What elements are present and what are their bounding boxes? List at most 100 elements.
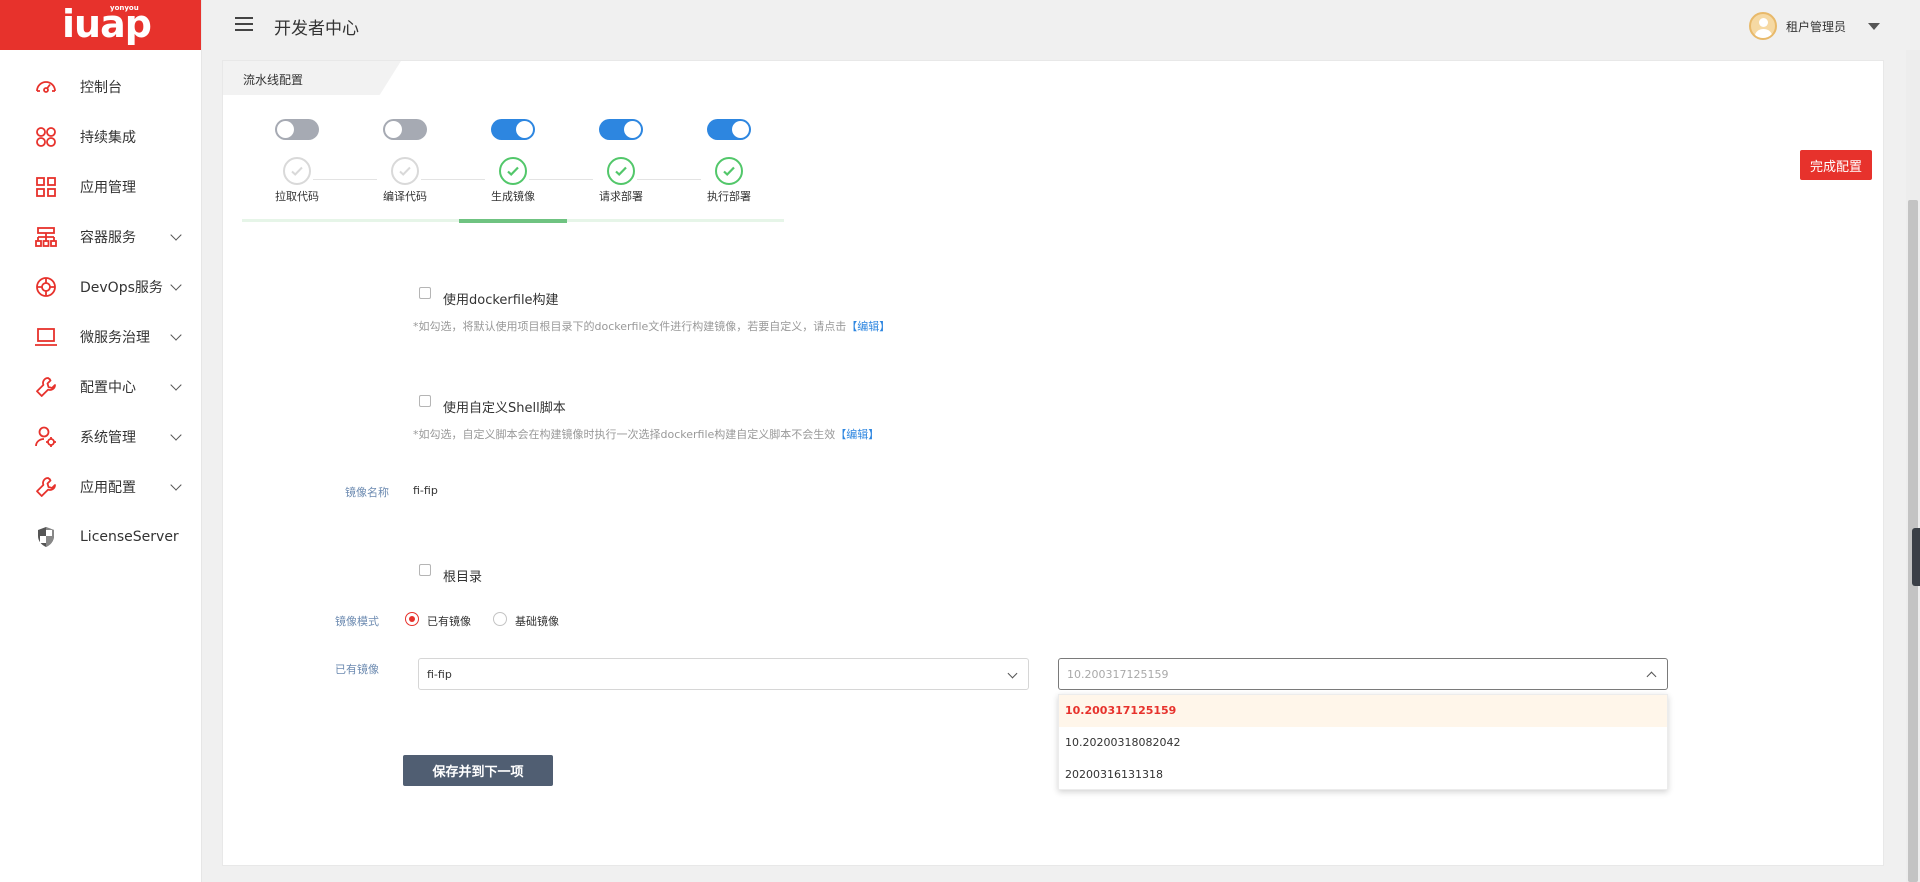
check-icon[interactable] [283, 157, 311, 185]
sidebar-item-label: 微服务治理 [80, 330, 150, 346]
check-icon[interactable] [715, 157, 743, 185]
sidebar-item-license-server[interactable]: LicenseServer [0, 512, 201, 562]
sidebar-item-label: 容器服务 [80, 230, 136, 246]
step-toggle-execute-deploy[interactable] [707, 119, 751, 140]
user-name: 租户管理员 [1785, 19, 1846, 34]
step-label[interactable]: 生成镜像 [473, 188, 553, 204]
integration-icon [33, 124, 59, 150]
sidebar-item-system[interactable]: 系统管理 [0, 412, 201, 462]
image-name-value: fi-fip [413, 484, 438, 497]
step-connector [529, 179, 593, 180]
sidebar-item-label: 配置中心 [80, 380, 136, 396]
save-and-next-button[interactable]: 保存并到下一项 [403, 755, 553, 786]
radio-existing-image[interactable] [405, 612, 419, 626]
avatar [1748, 12, 1777, 40]
dockerfile-checkbox[interactable] [419, 287, 431, 299]
shield-icon [33, 524, 59, 550]
devops-icon [33, 274, 59, 300]
sidebar-item-config-center[interactable]: 配置中心 [0, 362, 201, 412]
check-icon[interactable] [499, 157, 527, 185]
chevron-down-icon [170, 279, 182, 291]
image-name-select[interactable]: fi-fip [418, 658, 1029, 690]
user-gear-icon [33, 424, 59, 450]
caret-down-icon [1868, 22, 1880, 30]
chevron-down-icon [170, 329, 182, 341]
container-icon [33, 224, 59, 250]
image-version-select-value: 10.200317125159 [1067, 668, 1169, 681]
radio-existing-image-label[interactable]: 已有镜像 [427, 613, 471, 629]
sidebar-item-label: 应用管理 [80, 180, 136, 196]
user-menu[interactable]: 租户管理员 [1748, 12, 1880, 40]
dropdown-option[interactable]: 10.200317125159 [1059, 695, 1667, 727]
sidebar-item-dashboard[interactable]: 控制台 [0, 62, 201, 112]
root-dir-label: 根目录 [443, 570, 483, 585]
shell-checkbox[interactable] [419, 395, 431, 407]
step-connector [421, 179, 485, 180]
dropdown-option[interactable]: 20200316131318 [1059, 759, 1667, 791]
sidebar-nav: 控制台 持续集成 应用管理 容器服务 DevOps服务 微服务治理 配置中心 系… [0, 62, 201, 562]
top-header: 开发者中心 租户管理员 [202, 0, 1920, 50]
radio-base-image[interactable] [493, 612, 507, 626]
sidebar-item-microservice[interactable]: 微服务治理 [0, 312, 201, 362]
sidebar-item-container[interactable]: 容器服务 [0, 212, 201, 262]
sidebar-item-label: LicenseServer [80, 529, 179, 545]
grid-icon [33, 174, 59, 200]
step-label[interactable]: 拉取代码 [257, 188, 337, 204]
step-label[interactable]: 请求部署 [581, 188, 661, 204]
logo[interactable]: iuap yonyou [0, 0, 201, 50]
chevron-down-icon [170, 379, 182, 391]
chevron-down-icon [170, 479, 182, 491]
sidebar-item-integration[interactable]: 持续集成 [0, 112, 201, 162]
root-dir-checkbox[interactable] [419, 564, 431, 576]
sidebar-item-app-management[interactable]: 应用管理 [0, 162, 201, 212]
sidebar-item-devops[interactable]: DevOps服务 [0, 262, 201, 312]
menu-toggle-icon[interactable] [235, 17, 253, 31]
sidebar-item-label: DevOps服务 [80, 280, 163, 296]
page-title: 开发者中心 [274, 19, 359, 39]
step-label[interactable]: 编译代码 [365, 188, 445, 204]
dockerfile-hint-text: *如勾选，将默认使用项目根目录下的dockerfile文件进行构建镜像，若要自定… [413, 320, 847, 333]
image-version-select[interactable]: 10.200317125159 [1058, 658, 1668, 690]
chevron-down-icon [170, 429, 182, 441]
side-widget-handle[interactable] [1912, 528, 1920, 586]
image-version-dropdown: 10.200317125159 10.20200318082042 202003… [1058, 694, 1668, 790]
step-label[interactable]: 执行部署 [689, 188, 769, 204]
sidebar-item-label: 系统管理 [80, 430, 136, 446]
check-icon[interactable] [607, 157, 635, 185]
sidebar-item-label: 应用配置 [80, 480, 136, 496]
step-toggle-pull-code[interactable] [275, 119, 319, 140]
image-name-label: 镜像名称 [345, 486, 389, 499]
step-toggle-build-image[interactable] [491, 119, 535, 140]
step-toggle-compile[interactable] [383, 119, 427, 140]
image-name-select-value: fi-fip [427, 668, 452, 681]
image-mode-label: 镜像模式 [335, 615, 379, 628]
sidebar-item-label: 控制台 [80, 80, 122, 96]
step-toggle-request-deploy[interactable] [599, 119, 643, 140]
existing-image-label: 已有镜像 [335, 663, 379, 676]
dockerfile-label: 使用dockerfile构建 [443, 293, 559, 308]
dropdown-option[interactable]: 10.20200318082042 [1059, 727, 1667, 759]
shell-edit-link[interactable]: 【编辑】 [835, 428, 879, 441]
chevron-up-icon [1646, 671, 1657, 682]
laptop-icon [33, 324, 59, 350]
wrench-icon [33, 474, 59, 500]
shell-label: 使用自定义Shell脚本 [443, 401, 566, 416]
sidebar-item-app-config[interactable]: 应用配置 [0, 462, 201, 512]
dockerfile-edit-link[interactable]: 【编辑】 [846, 320, 890, 333]
dockerfile-hint: *如勾选，将默认使用项目根目录下的dockerfile文件进行构建镜像，若要自定… [413, 318, 890, 334]
dashboard-icon [33, 74, 59, 100]
chevron-down-icon [170, 229, 182, 241]
step-connector [313, 179, 377, 180]
wrench-icon [33, 374, 59, 400]
step-connector [637, 179, 701, 180]
chevron-down-icon [1007, 668, 1018, 679]
shell-hint: *如勾选，自定义脚本会在构建镜像时执行一次选择dockerfile构建自定义脚本… [413, 426, 879, 442]
sidebar: iuap yonyou 控制台 持续集成 应用管理 容器服务 DevOps服务 … [0, 0, 202, 882]
radio-base-image-label[interactable]: 基础镜像 [515, 613, 559, 629]
step-active-indicator [459, 219, 567, 223]
logo-subtext: yonyou [110, 4, 139, 12]
finish-config-button[interactable]: 完成配置 [1800, 150, 1872, 180]
card-tab-label: 流水线配置 [243, 73, 304, 87]
check-icon[interactable] [391, 157, 419, 185]
shell-hint-text: *如勾选，自定义脚本会在构建镜像时执行一次选择dockerfile构建自定义脚本… [413, 428, 836, 441]
